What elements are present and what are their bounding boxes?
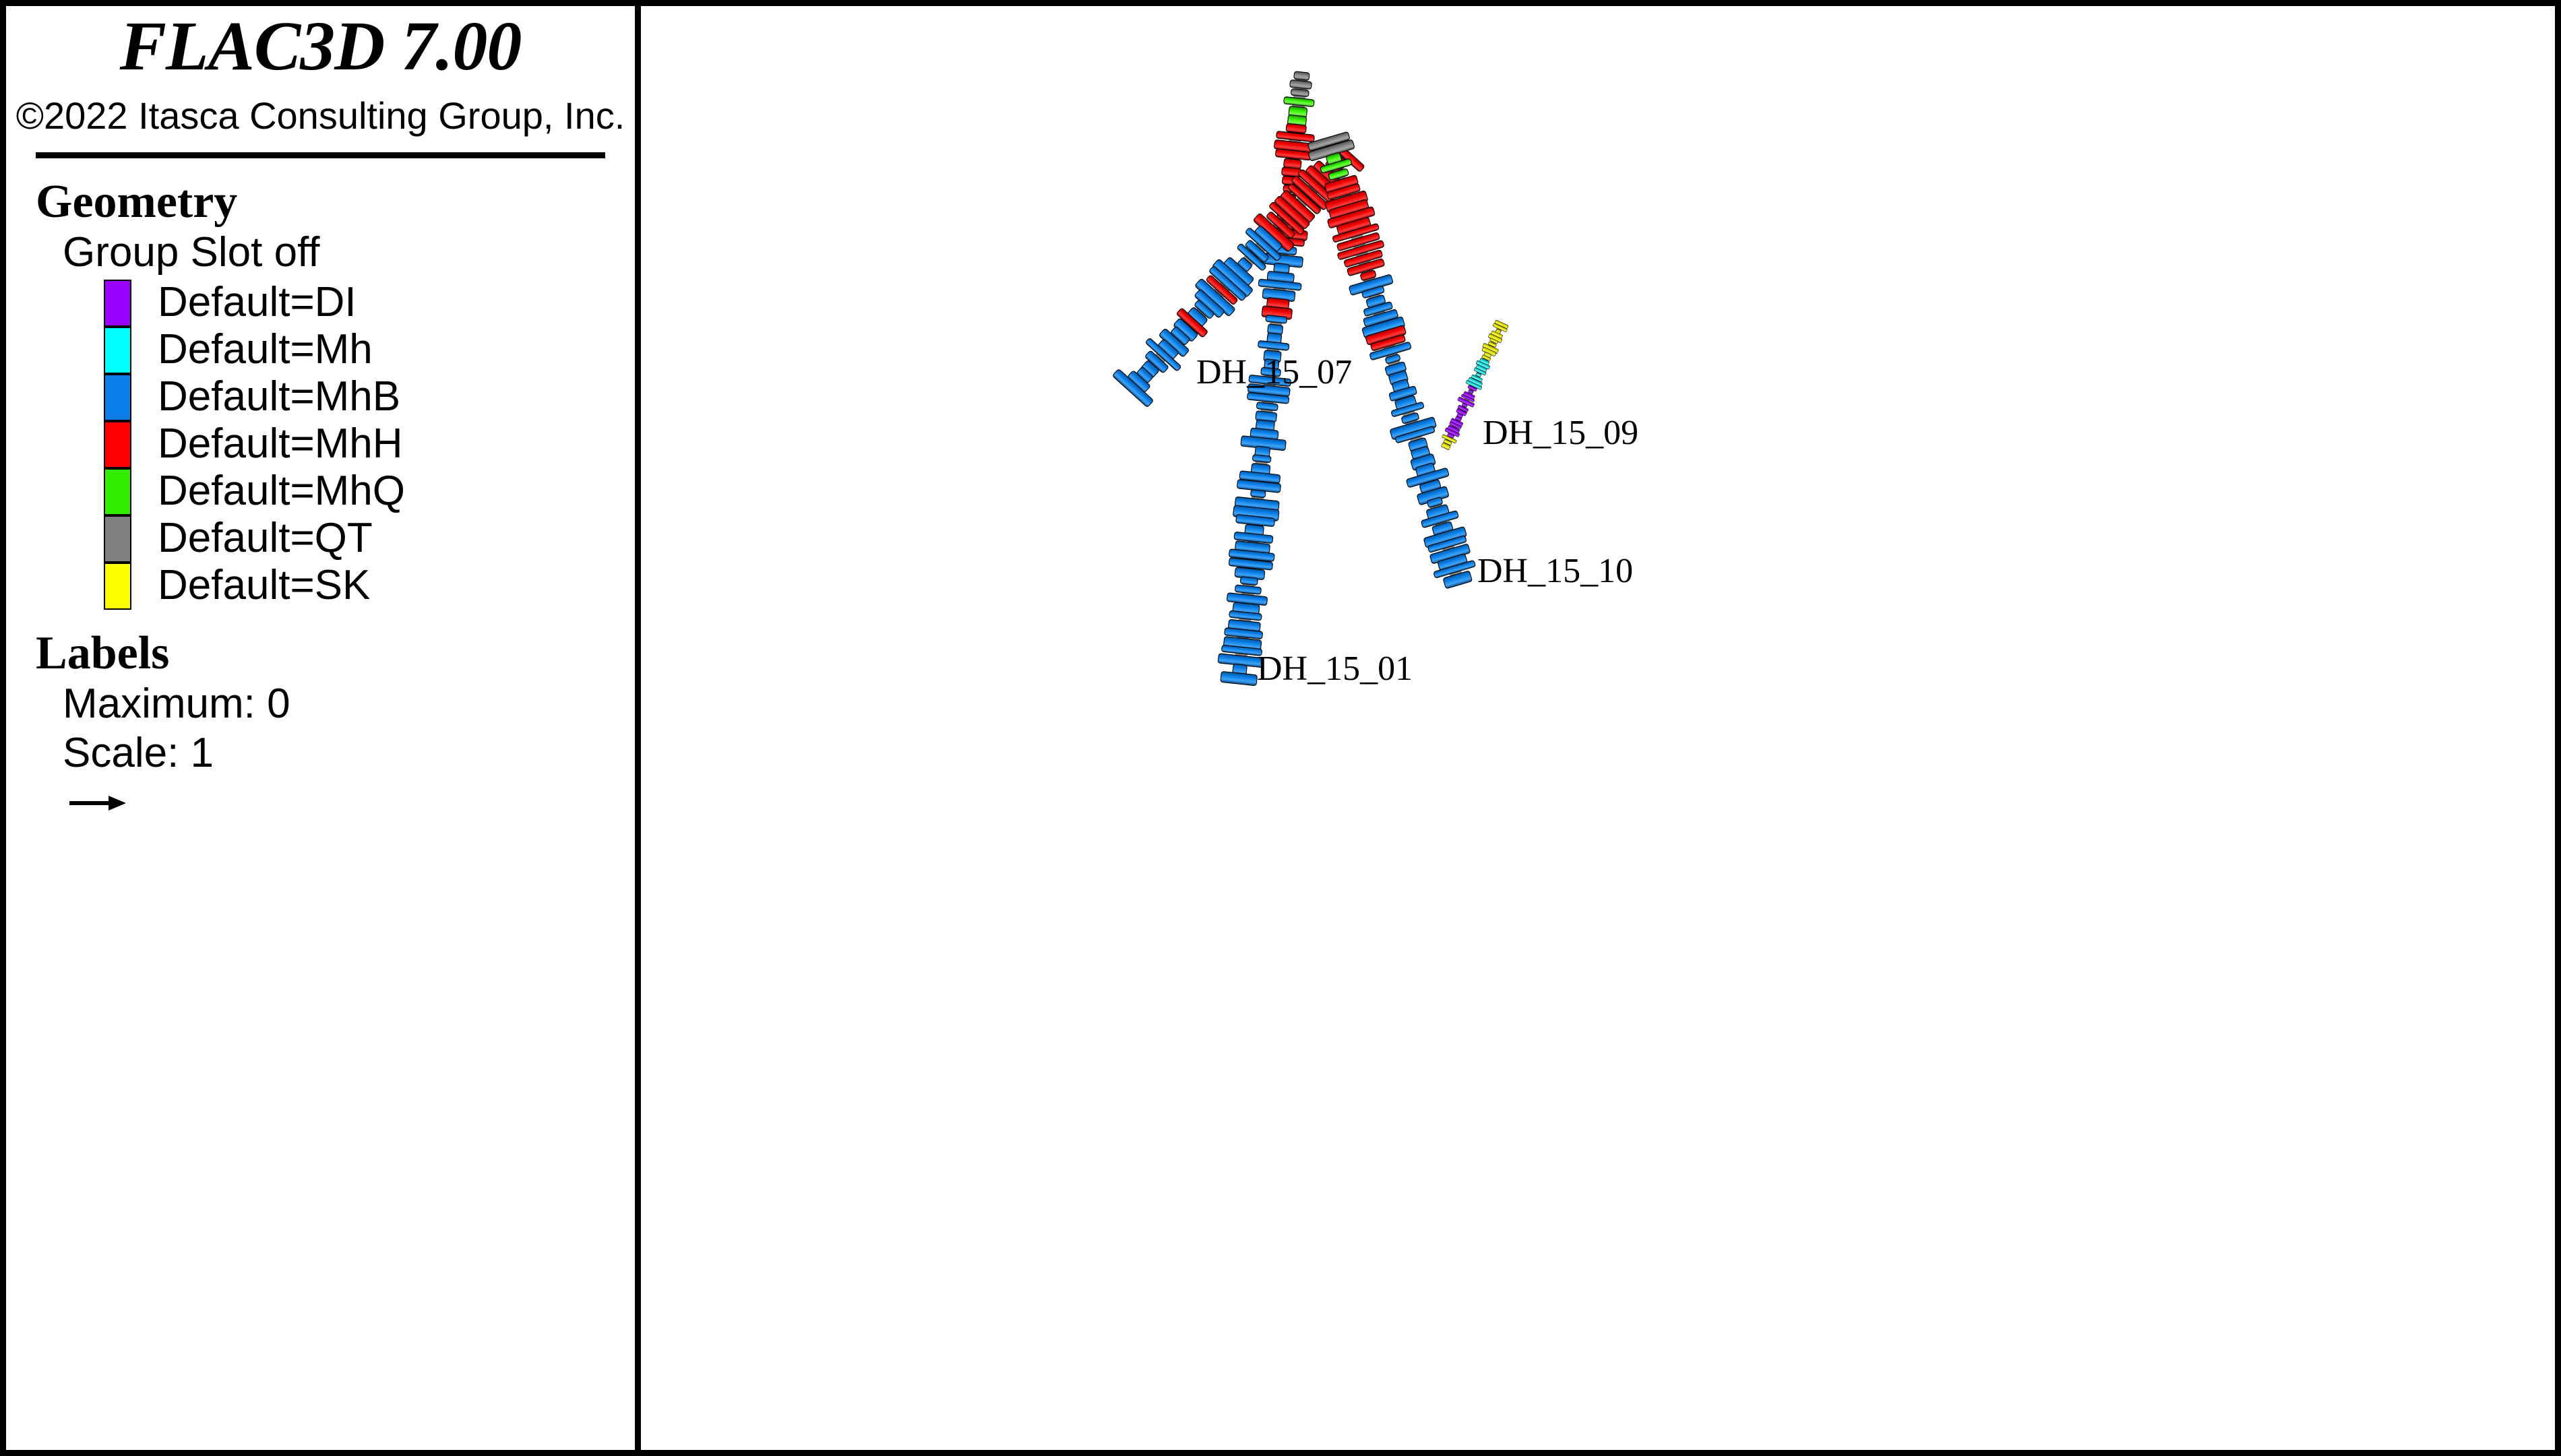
legend-color-swatch (104, 515, 131, 563)
borehole-label: DH_15_01 (1257, 650, 1413, 688)
borehole-disc (1252, 454, 1272, 463)
borehole-scene: DH_15_01 DH_15_07 DH_15_10 DH_15_09 (1113, 71, 1638, 688)
borehole-disc (1289, 80, 1312, 90)
legend-entry[interactable]: Default=MhH (6, 420, 635, 469)
borehole-disc (1293, 71, 1310, 81)
flac3d-window: FLAC3D 7.00 ©2022 Itasca Consulting Grou… (0, 0, 2561, 1456)
legend-color-swatch (104, 280, 131, 327)
borehole-disc (1239, 576, 1258, 585)
borehole-label: DH_15_07 (1196, 353, 1352, 391)
borehole-disc (1250, 489, 1266, 499)
legend-color-swatch (104, 421, 131, 469)
page-title: FLAC3D 7.00 (119, 7, 522, 85)
legend-entry-label: Default=QT (158, 515, 373, 562)
legend-entry-label: Default=Mh (158, 326, 373, 373)
legend-color-swatch (104, 468, 131, 516)
copyright-text: ©2022 Itasca Consulting Group, Inc. (16, 94, 625, 137)
borehole-label: DH_15_10 (1477, 552, 1633, 590)
borehole-disc (1285, 123, 1307, 134)
right-arrow-icon (68, 790, 635, 820)
borehole-disc (1235, 584, 1262, 595)
legend-entry[interactable]: Default=QT (6, 515, 635, 563)
legend-color-swatch (104, 374, 131, 422)
legend-entry-label: Default=DI (158, 279, 357, 326)
labels-maximum: Maximum: 0 (63, 680, 290, 728)
legend-color-swatch (104, 563, 131, 610)
borehole-disc (1220, 671, 1258, 686)
legend-panel: FLAC3D 7.00 ©2022 Itasca Consulting Grou… (6, 6, 641, 1450)
title-divider (36, 152, 605, 158)
legend-entry[interactable]: Default=MhB (6, 373, 635, 422)
legend-color-swatch (104, 327, 131, 375)
legend-entry[interactable]: Default=MhQ (6, 468, 635, 516)
borehole-disc (1256, 402, 1278, 412)
geometry-heading: Geometry (36, 176, 238, 228)
borehole-disc (1291, 88, 1309, 97)
borehole-disc (1258, 340, 1290, 351)
legend-entry-label: Default=MhB (158, 373, 401, 420)
borehole-label: DH_15_09 (1483, 414, 1638, 452)
borehole-disc (1283, 96, 1315, 107)
legend-entry-label: Default=MhQ (158, 468, 406, 515)
labels-heading: Labels (36, 627, 170, 680)
group-slot-line: Group Slot off (63, 229, 320, 276)
legend-entry[interactable]: Default=DI (6, 279, 635, 327)
labels-block: Labels Maximum: 0 Scale: 1 (6, 627, 635, 820)
legend-entry-list: Default=DI Default=Mh Default=MhB Default=M… (6, 279, 635, 610)
legend-entry-label: Default=MhH (158, 420, 403, 468)
legend-entry-label: Default=SK (158, 562, 371, 609)
model-viewport[interactable]: DH_15_01 DH_15_07 DH_15_10 DH_15_09 (647, 6, 2555, 1450)
legend-entry[interactable]: Default=Mh (6, 326, 635, 375)
legend-entry[interactable]: Default=SK (6, 562, 635, 610)
labels-scale: Scale: 1 (63, 730, 214, 777)
